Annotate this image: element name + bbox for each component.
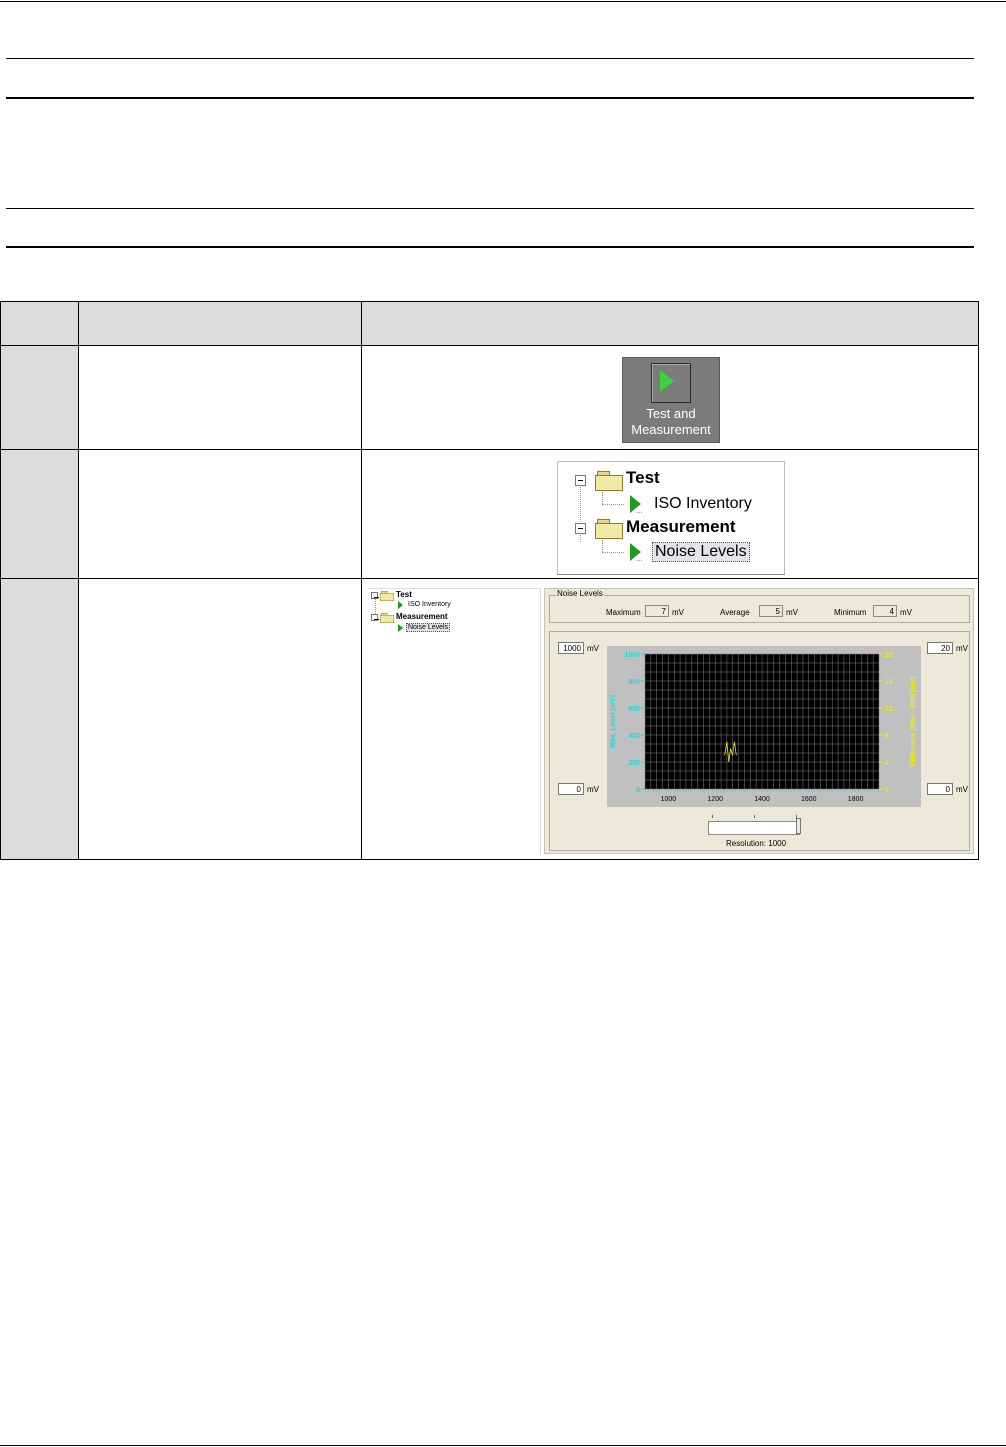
step-image-cell: Test ... ISO Inventory Measurement ... N… <box>361 449 979 579</box>
step-number <box>0 345 79 450</box>
unit-label: mV <box>956 644 968 653</box>
average-label: Average <box>720 608 750 617</box>
y-left-tick-label: 800 <box>628 679 640 686</box>
slider-tick <box>754 815 755 818</box>
minimum-label: Minimum <box>834 608 867 617</box>
button-label-line1: Test and <box>646 406 696 421</box>
folder-open-icon <box>380 591 394 601</box>
y-left-tick-label: 1000 <box>624 652 640 659</box>
tree-item-iso-inventory[interactable]: ISO Inventory <box>408 601 451 608</box>
y-right-tick-label: 12 <box>885 706 893 713</box>
chart-frame: 1000 1200 1400 1600 1800 0 200 400 600 800 1000 0 4 8… <box>607 646 921 807</box>
unit-label: mV <box>786 608 798 617</box>
button-label-line2: Measurement <box>631 422 711 437</box>
noise-levels-screen: Test ISO Inventory Measurement Noise Lev… <box>368 588 974 855</box>
collapse-icon[interactable] <box>371 614 379 621</box>
section-rule <box>6 97 974 99</box>
minimum-value: 4 <box>873 605 897 617</box>
tree-item-noise-levels[interactable]: Noise Levels <box>652 542 750 562</box>
maximum-value: 7 <box>645 605 669 617</box>
tree-item-noise-levels[interactable]: Noise Levels <box>406 623 451 632</box>
x-tick-label: 1000 <box>661 796 677 803</box>
tree-item-iso-inventory[interactable]: ISO Inventory <box>654 495 752 513</box>
section-rule <box>6 208 974 209</box>
y-left-axis-label: Max. Level [mV] <box>610 695 617 748</box>
tree-item-test[interactable]: Test <box>396 590 412 599</box>
y-right-tick-label: 4 <box>885 760 889 767</box>
y-left-tick-label: 200 <box>628 760 640 767</box>
collapse-icon[interactable] <box>575 475 586 486</box>
folder-open-icon <box>595 471 623 491</box>
slider-tick <box>712 815 713 818</box>
x-tick-label: 1200 <box>707 796 723 803</box>
left-max-input[interactable]: 1000 <box>558 642 584 654</box>
section-rule <box>6 246 974 248</box>
x-tick-label: 1600 <box>801 796 817 803</box>
y-right-tick-label: 20 <box>885 652 893 659</box>
y-left-tick-label: 0 <box>636 787 640 794</box>
resolution-slider-thumb[interactable] <box>796 818 801 834</box>
dots-icon: ... <box>636 554 643 563</box>
maximum-label: Maximum <box>606 608 641 617</box>
y-right-tick-label: 8 <box>885 733 889 740</box>
x-tick-label: 1400 <box>754 796 770 803</box>
unit-label: mV <box>587 785 599 794</box>
step-action <box>78 449 362 579</box>
noise-stats-group: Noise Levels Maximum 7 mV Average 5 mV M… <box>549 589 970 623</box>
table-row: Test ... ISO Inventory Measurement ... N… <box>0 449 979 579</box>
table-header-row <box>0 301 979 346</box>
noise-chart-group: 1000 mV 0 mV 20 mV 0 mV 1000 1200 1400 1600… <box>549 631 970 851</box>
step-image-cell: Test ISO Inventory Measurement Noise Lev… <box>361 578 979 860</box>
collapse-icon[interactable] <box>371 592 379 599</box>
green-play-icon <box>398 624 403 632</box>
resolution-slider[interactable] <box>708 821 800 835</box>
unit-label: mV <box>672 608 684 617</box>
dots-icon: ... <box>636 506 643 515</box>
y-right-axis-label: Difference [Max - Min] [mV] <box>910 676 917 766</box>
step-action <box>78 578 362 860</box>
button-label: Test and Measurement <box>623 406 719 438</box>
header-image <box>361 301 979 346</box>
table-row: Test ISO Inventory Measurement Noise Lev… <box>0 578 979 860</box>
y-left-tick-label: 600 <box>628 706 640 713</box>
procedure-table: ... Test and Measurement Test ... ISO In… <box>0 301 979 860</box>
unit-label: mV <box>900 608 912 617</box>
noise-levels-panel: Noise Levels Maximum 7 mV Average 5 mV M… <box>544 588 974 854</box>
step-number <box>0 578 79 860</box>
step-action <box>78 345 362 450</box>
average-value: 5 <box>759 605 783 617</box>
small-tree-view: Test ISO Inventory Measurement Noise Lev… <box>368 588 541 855</box>
right-max-input[interactable]: 20 <box>927 642 953 654</box>
step-image-cell: ... Test and Measurement <box>361 345 979 450</box>
header-step <box>0 301 79 346</box>
folder-open-icon <box>380 613 394 623</box>
y-right-tick-label: 0 <box>885 787 889 794</box>
header-action <box>78 301 362 346</box>
unit-label: mV <box>587 644 599 653</box>
test-and-measurement-button[interactable]: ... Test and Measurement <box>622 357 720 443</box>
tree-item-test[interactable]: Test <box>626 468 660 488</box>
resolution-label: Resolution: 1000 <box>726 839 787 848</box>
tree-item-measurement[interactable]: Measurement <box>626 517 736 537</box>
green-play-icon <box>398 601 403 609</box>
tree-view: Test ... ISO Inventory Measurement ... N… <box>557 461 785 575</box>
step-number <box>0 449 79 579</box>
top-rule <box>0 1 1006 2</box>
section-rule <box>6 58 974 59</box>
folder-open-icon <box>595 519 623 539</box>
collapse-icon[interactable] <box>575 523 586 534</box>
noise-chart: 1000 1200 1400 1600 1800 0 200 400 600 800 1000 0 4 8… <box>610 652 917 803</box>
y-right-tick-label: 16 <box>885 679 893 686</box>
footer-rule <box>0 1445 1006 1446</box>
left-min-input[interactable]: 0 <box>558 783 584 795</box>
green-play-icon: ... <box>651 363 691 403</box>
tree-item-measurement[interactable]: Measurement <box>396 612 448 621</box>
table-row: ... Test and Measurement <box>0 345 979 450</box>
right-min-input[interactable]: 0 <box>927 783 953 795</box>
unit-label: mV <box>956 785 968 794</box>
group-title: Noise Levels <box>556 589 604 598</box>
y-left-tick-label: 400 <box>628 733 640 740</box>
x-tick-label: 1800 <box>848 796 864 803</box>
